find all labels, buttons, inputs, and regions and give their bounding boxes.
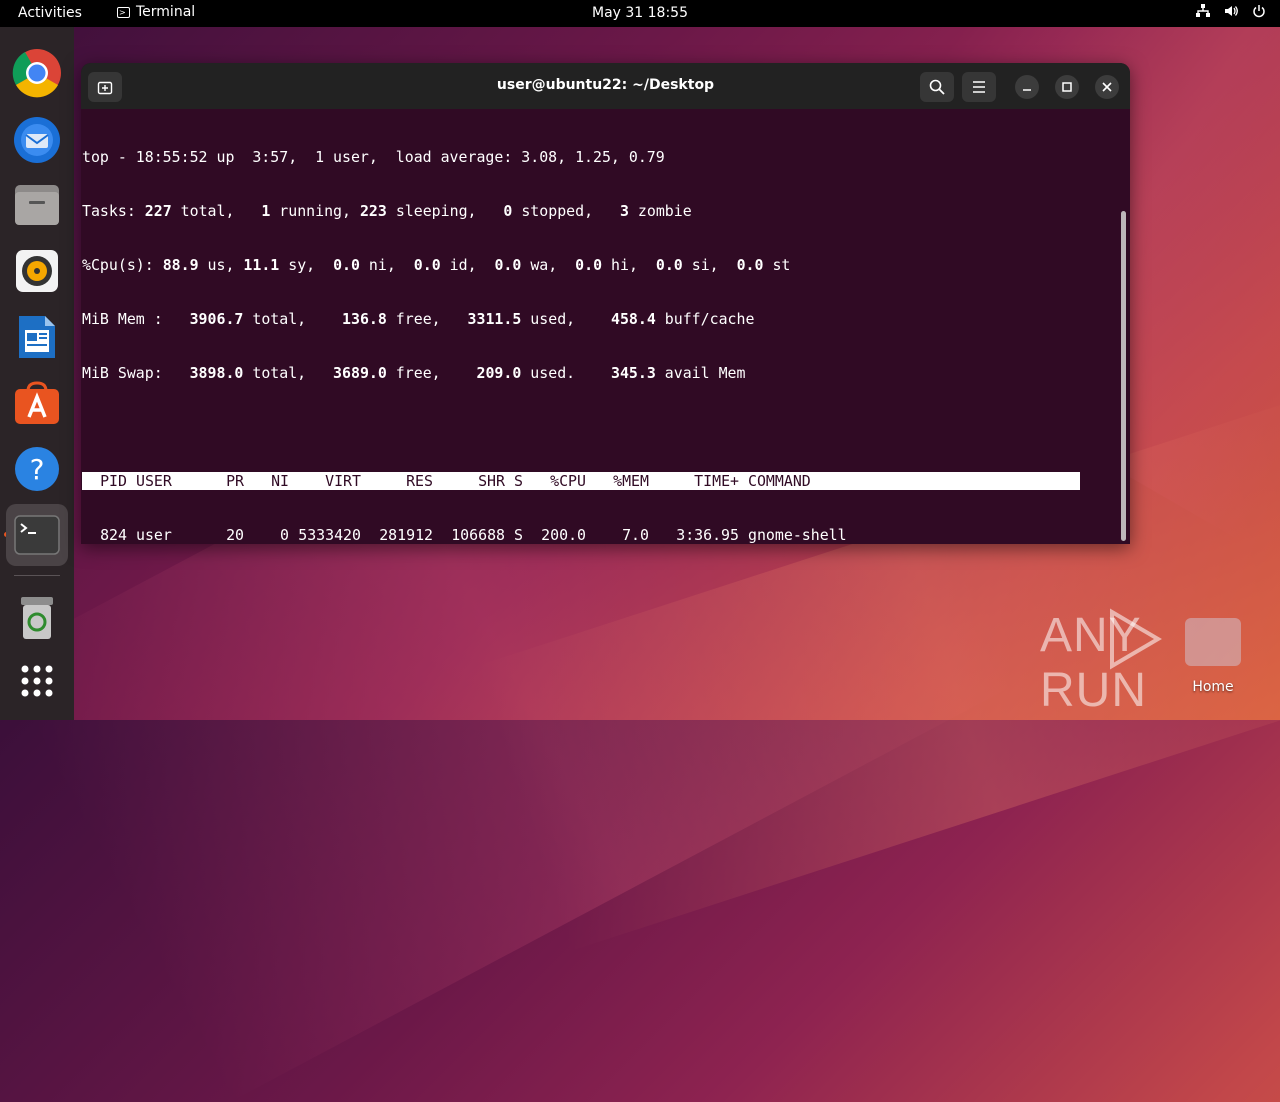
system-tray[interactable] [1196, 4, 1266, 18]
menu-button[interactable] [962, 72, 996, 102]
column-header-cmd: COMMAND [748, 472, 811, 490]
tasks-line: Tasks: 227 total, 1 running, 223 sleepin… [82, 202, 692, 220]
cell-pr: 20 [226, 526, 244, 544]
anyrun-watermark: ANY RUN [1040, 608, 1280, 718]
thunderbird-icon[interactable] [11, 113, 63, 165]
swap-line: MiB Swap: 3898.0 total, 3689.0 free, 209… [82, 364, 746, 382]
process-table: 824 user 20 0 5333420 281912 106688 S 200.0 7.0 3:… [82, 526, 1082, 544]
uptime-line: top - 18:55:52 up 3:57, 1 user, load ave… [82, 148, 665, 166]
cell-ni: 0 [280, 526, 289, 544]
cell-res: 281912 [379, 526, 433, 544]
home-folder-icon[interactable] [1185, 618, 1241, 666]
dock: ? [0, 27, 74, 720]
column-header-virt: VIRT [325, 472, 361, 490]
cell-user: user [136, 526, 172, 544]
svg-text:?: ? [30, 453, 45, 486]
cell-virt: 5333420 [298, 526, 361, 544]
column-header-shr: SHR [478, 472, 505, 490]
cpu-line: %Cpu(s): 88.9 us, 11.1 sy, 0.0 ni, 0.0 i… [82, 256, 791, 274]
cell-shr: 106688 [451, 526, 505, 544]
cell-pid: 824 [100, 526, 127, 544]
process-row: 824 user 20 0 5333420 281912 106688 S 200.0 7.0 3:… [82, 526, 1082, 544]
minimize-button[interactable] [1015, 75, 1039, 99]
search-button[interactable] [920, 72, 954, 102]
cell-cmd: gnome-shell [748, 526, 847, 544]
libreoffice-writer-icon[interactable] [11, 311, 63, 363]
network-icon[interactable] [1196, 4, 1210, 18]
close-button[interactable] [1095, 75, 1119, 99]
files-icon[interactable] [11, 179, 63, 231]
maximize-button[interactable] [1055, 75, 1079, 99]
top-bar: Activities > Terminal May 31 18:55 [0, 0, 1280, 27]
app-center-icon[interactable] [11, 377, 63, 429]
help-icon[interactable]: ? [11, 443, 63, 495]
trash-icon[interactable] [11, 592, 63, 644]
rhythmbox-icon[interactable] [11, 245, 63, 297]
terminal-output[interactable]: top - 18:55:52 up 3:57, 1 user, load ave… [82, 112, 1082, 544]
cell-time: 3:36.95 [676, 526, 739, 544]
power-icon[interactable] [1252, 4, 1266, 18]
column-header-time: TIME+ [694, 472, 739, 490]
column-header-cpu: %CPU [550, 472, 586, 490]
process-table-header: PID USER PR NI VIRT RES SHR S %CPU %MEM TIME+ COMMA… [82, 472, 1080, 490]
column-header-pid: PID [100, 472, 127, 490]
show-apps-icon[interactable] [11, 655, 63, 707]
cell-cpu: 200.0 [541, 526, 586, 544]
terminal-icon[interactable] [6, 504, 68, 566]
terminal-headerbar[interactable]: user@ubuntu22: ~/Desktop [81, 63, 1130, 109]
cell-s: S [514, 526, 523, 544]
clock[interactable]: May 31 18:55 [0, 5, 1280, 21]
column-header-user: USER [136, 472, 172, 490]
column-header-res: RES [406, 472, 433, 490]
chrome-icon[interactable] [11, 47, 63, 99]
column-header-ni: NI [271, 472, 289, 490]
play-logo-icon [1110, 608, 1162, 670]
column-header-mem: %MEM [613, 472, 649, 490]
terminal-window[interactable]: user@ubuntu22: ~/Desktop top - 18:55:52 … [81, 63, 1130, 544]
dock-separator [14, 575, 60, 576]
cell-mem: 7.0 [622, 526, 649, 544]
mem-line: MiB Mem : 3906.7 total, 136.8 free, 3311… [82, 310, 755, 328]
terminal-scrollbar[interactable] [1121, 211, 1126, 541]
column-header-s: S [514, 472, 523, 490]
home-folder-label: Home [1192, 679, 1234, 695]
volume-icon[interactable] [1224, 4, 1238, 18]
column-header-pr: PR [226, 472, 244, 490]
